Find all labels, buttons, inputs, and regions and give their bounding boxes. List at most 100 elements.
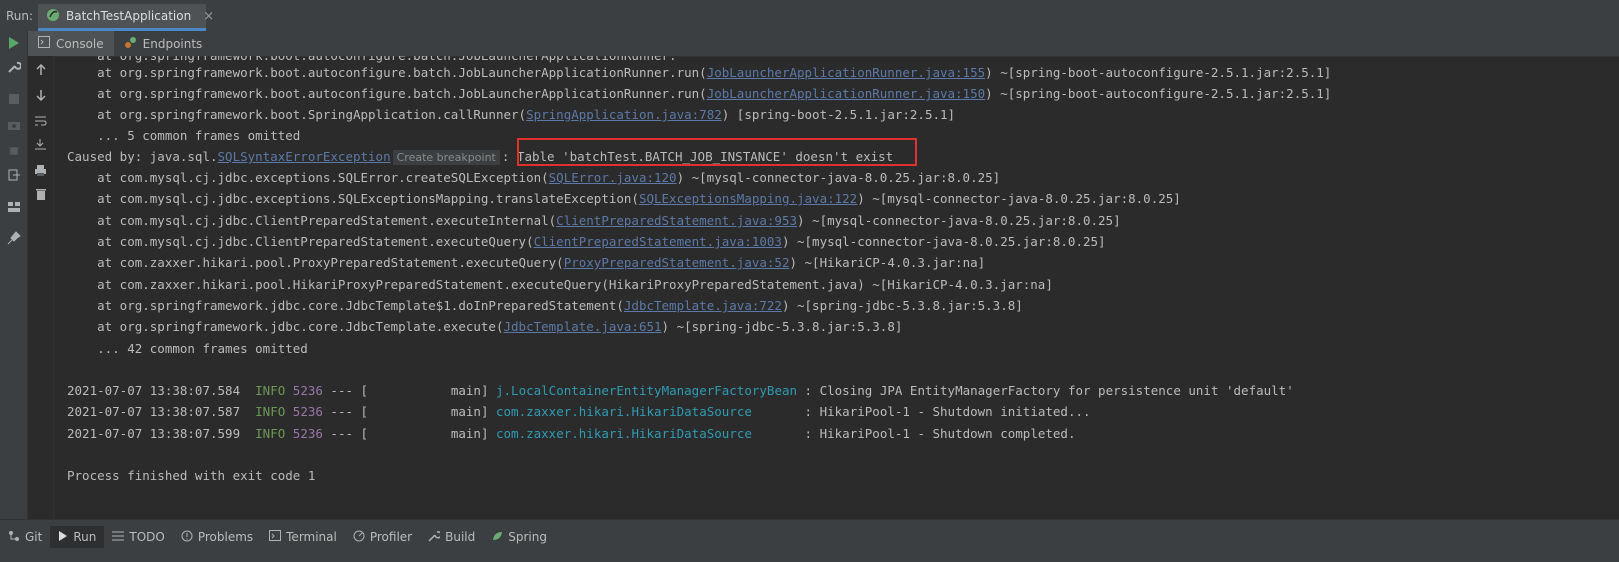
tab-endpoints[interactable]: Endpoints bbox=[114, 31, 213, 56]
tab-endpoints-label: Endpoints bbox=[142, 36, 203, 51]
log-message: : Closing JPA EntityManagerFactory for p… bbox=[797, 383, 1294, 398]
stack-frame: at org.springframework.jdbc.core.JdbcTem… bbox=[67, 295, 1023, 316]
source-link[interactable]: ProxyPreparedStatement.java:52 bbox=[564, 255, 790, 270]
spring-app-icon bbox=[46, 8, 60, 25]
problems-icon bbox=[181, 530, 193, 545]
wrench-icon[interactable] bbox=[5, 58, 22, 75]
frame-text: at org.springframework.jdbc.core.JdbcTem… bbox=[67, 298, 624, 313]
stack-frame: at com.mysql.cj.jdbc.exceptions.SQLExcep… bbox=[67, 188, 1181, 209]
log-level: INFO bbox=[255, 404, 286, 419]
source-link[interactable]: ClientPreparedStatement.java:953 bbox=[556, 213, 797, 228]
run-bar: Run: BatchTestApplication × bbox=[0, 0, 1619, 32]
log-pid: 5236 bbox=[292, 383, 323, 398]
log-message: : HikariPool-1 - Shutdown completed. bbox=[797, 426, 1076, 441]
bottom-tab-problems[interactable]: Problems bbox=[173, 526, 261, 548]
camera-icon[interactable] bbox=[5, 116, 22, 133]
stack-frame: at com.mysql.cj.jdbc.ClientPreparedState… bbox=[67, 231, 1106, 252]
exit-icon[interactable] bbox=[5, 166, 22, 183]
bottom-tab-profiler[interactable]: Profiler bbox=[345, 526, 420, 548]
omitted-frames: ... 5 common frames omitted bbox=[67, 128, 301, 143]
stack-frame: at com.mysql.cj.jdbc.exceptions.SQLError… bbox=[67, 167, 1000, 188]
up-arrow-icon[interactable] bbox=[32, 61, 49, 78]
down-arrow-icon[interactable] bbox=[32, 86, 49, 103]
create-breakpoint-button[interactable]: Create breakpoint bbox=[392, 150, 500, 165]
tab-console-label: Console bbox=[56, 36, 104, 51]
frame-suffix: ) ~[mysql-connector-java-8.0.25.jar:8.0.… bbox=[857, 191, 1181, 206]
console-toolbar bbox=[28, 56, 54, 519]
close-icon[interactable]: × bbox=[203, 9, 214, 24]
frame-text: at com.zaxxer.hikari.pool.HikariProxyPre… bbox=[67, 277, 1053, 292]
stack-frame: at com.mysql.cj.jdbc.ClientPreparedState… bbox=[67, 210, 1121, 231]
scroll-to-end-icon[interactable] bbox=[32, 136, 49, 153]
log-pid: 5236 bbox=[292, 426, 323, 441]
trash-icon[interactable] bbox=[32, 186, 49, 203]
bottom-tab-run[interactable]: Run bbox=[50, 526, 105, 548]
run-label: Run: bbox=[6, 9, 34, 23]
error-highlight-box bbox=[517, 138, 917, 166]
console-output[interactable]: at org.springframework.boot.autoconfigur… bbox=[54, 56, 1619, 519]
rerun-icon[interactable] bbox=[5, 34, 22, 51]
frame-suffix: ) ~[spring-boot-autoconfigure-2.5.1.jar:… bbox=[985, 65, 1332, 80]
log-logger: j.LocalContainerEntityManagerFactoryBean bbox=[496, 383, 798, 398]
left-toolbar bbox=[0, 31, 28, 519]
stack-frame: at org.springframework.boot.autoconfigur… bbox=[67, 83, 1331, 104]
bottom-tab-terminal[interactable]: Terminal bbox=[261, 526, 345, 548]
bottom-tab-build[interactable]: Build bbox=[420, 526, 483, 548]
bottom-tab-todo[interactable]: TODO bbox=[104, 526, 172, 548]
bottom-tab-label: Git bbox=[25, 530, 43, 544]
endpoints-icon bbox=[124, 36, 137, 52]
log-pid: 5236 bbox=[292, 404, 323, 419]
debug-icon[interactable] bbox=[5, 141, 22, 158]
frame-suffix: ) ~[spring-jdbc-5.3.8.jar:5.3.8] bbox=[661, 319, 903, 334]
pin-icon[interactable] bbox=[5, 229, 22, 246]
omitted-frames: ... 42 common frames omitted bbox=[67, 341, 308, 356]
frame-text: at org.springframework.boot.SpringApplic… bbox=[67, 107, 527, 122]
bottom-toolbar: Git Run TODO Problems Terminal Profiler … bbox=[0, 519, 1619, 562]
todo-icon bbox=[112, 530, 125, 544]
frame-text: at org.springframework.boot.autoconfigur… bbox=[67, 86, 707, 101]
source-link[interactable]: JdbcTemplate.java:722 bbox=[624, 298, 782, 313]
print-icon[interactable] bbox=[32, 162, 49, 179]
source-link[interactable]: SpringApplication.java:782 bbox=[526, 107, 722, 122]
bottom-tab-label: Run bbox=[73, 530, 97, 544]
log-entry: 2021-07-07 13:38:07.587 INFO 5236 --- [ … bbox=[67, 401, 1091, 422]
log-level: INFO bbox=[255, 426, 286, 441]
layout-icon[interactable] bbox=[5, 198, 22, 215]
frame-text: at com.zaxxer.hikari.pool.ProxyPreparedS… bbox=[67, 255, 564, 270]
source-link[interactable]: SQLExceptionsMapping.java:122 bbox=[639, 191, 857, 206]
log-entry: 2021-07-07 13:38:07.599 INFO 5236 --- [ … bbox=[67, 423, 1075, 444]
bottom-tab-spring[interactable]: Spring bbox=[483, 526, 555, 548]
soft-wrap-icon[interactable] bbox=[32, 112, 49, 129]
bottom-tab-git[interactable]: Git bbox=[0, 526, 50, 548]
log-level: INFO bbox=[255, 383, 286, 398]
frame-text: at com.mysql.cj.jdbc.exceptions.SQLExcep… bbox=[67, 191, 639, 206]
exception-link[interactable]: SQLSyntaxErrorException bbox=[218, 149, 391, 164]
bottom-tab-label: Build bbox=[445, 530, 476, 544]
frame-suffix: ) ~[HikariCP-4.0.3.jar:na] bbox=[789, 255, 986, 270]
log-logger: com.zaxxer.hikari.HikariDataSource bbox=[496, 426, 798, 441]
git-icon bbox=[8, 530, 20, 545]
log-thread: --- [ main] bbox=[322, 383, 496, 398]
log-logger: com.zaxxer.hikari.HikariDataSource bbox=[496, 404, 798, 419]
spring-icon bbox=[491, 530, 503, 545]
tab-label: BatchTestApplication bbox=[66, 9, 192, 23]
stack-frame: at com.zaxxer.hikari.pool.ProxyPreparedS… bbox=[67, 252, 985, 273]
bottom-tab-label: Problems bbox=[197, 530, 254, 544]
source-link[interactable]: JobLauncherApplicationRunner.java:150 bbox=[707, 86, 985, 101]
source-link[interactable]: ClientPreparedStatement.java:1003 bbox=[534, 234, 782, 249]
frame-suffix: ) ~[mysql-connector-java-8.0.25.jar:8.0.… bbox=[781, 234, 1106, 249]
stack-frame: at org.springframework.boot.autoconfigur… bbox=[67, 62, 1331, 83]
source-link[interactable]: JdbcTemplate.java:651 bbox=[504, 319, 662, 334]
source-link[interactable]: JobLauncherApplicationRunner.java:155 bbox=[707, 65, 985, 80]
frame-suffix: ) ~[spring-jdbc-5.3.8.jar:5.3.8] bbox=[781, 298, 1023, 313]
tab-console[interactable]: Console bbox=[28, 31, 114, 56]
frame-text: at org.springframework.jdbc.core.JdbcTem… bbox=[67, 319, 504, 334]
tab-batch-test-application[interactable]: BatchTestApplication × bbox=[38, 4, 214, 31]
log-timestamp: 2021-07-07 13:38:07.599 bbox=[67, 426, 241, 441]
build-icon bbox=[428, 530, 442, 545]
stop-icon[interactable] bbox=[5, 90, 22, 107]
source-link[interactable]: SQLError.java:120 bbox=[549, 170, 677, 185]
log-timestamp: 2021-07-07 13:38:07.584 bbox=[67, 383, 241, 398]
separator: : bbox=[501, 149, 517, 164]
console-icon bbox=[38, 36, 50, 51]
